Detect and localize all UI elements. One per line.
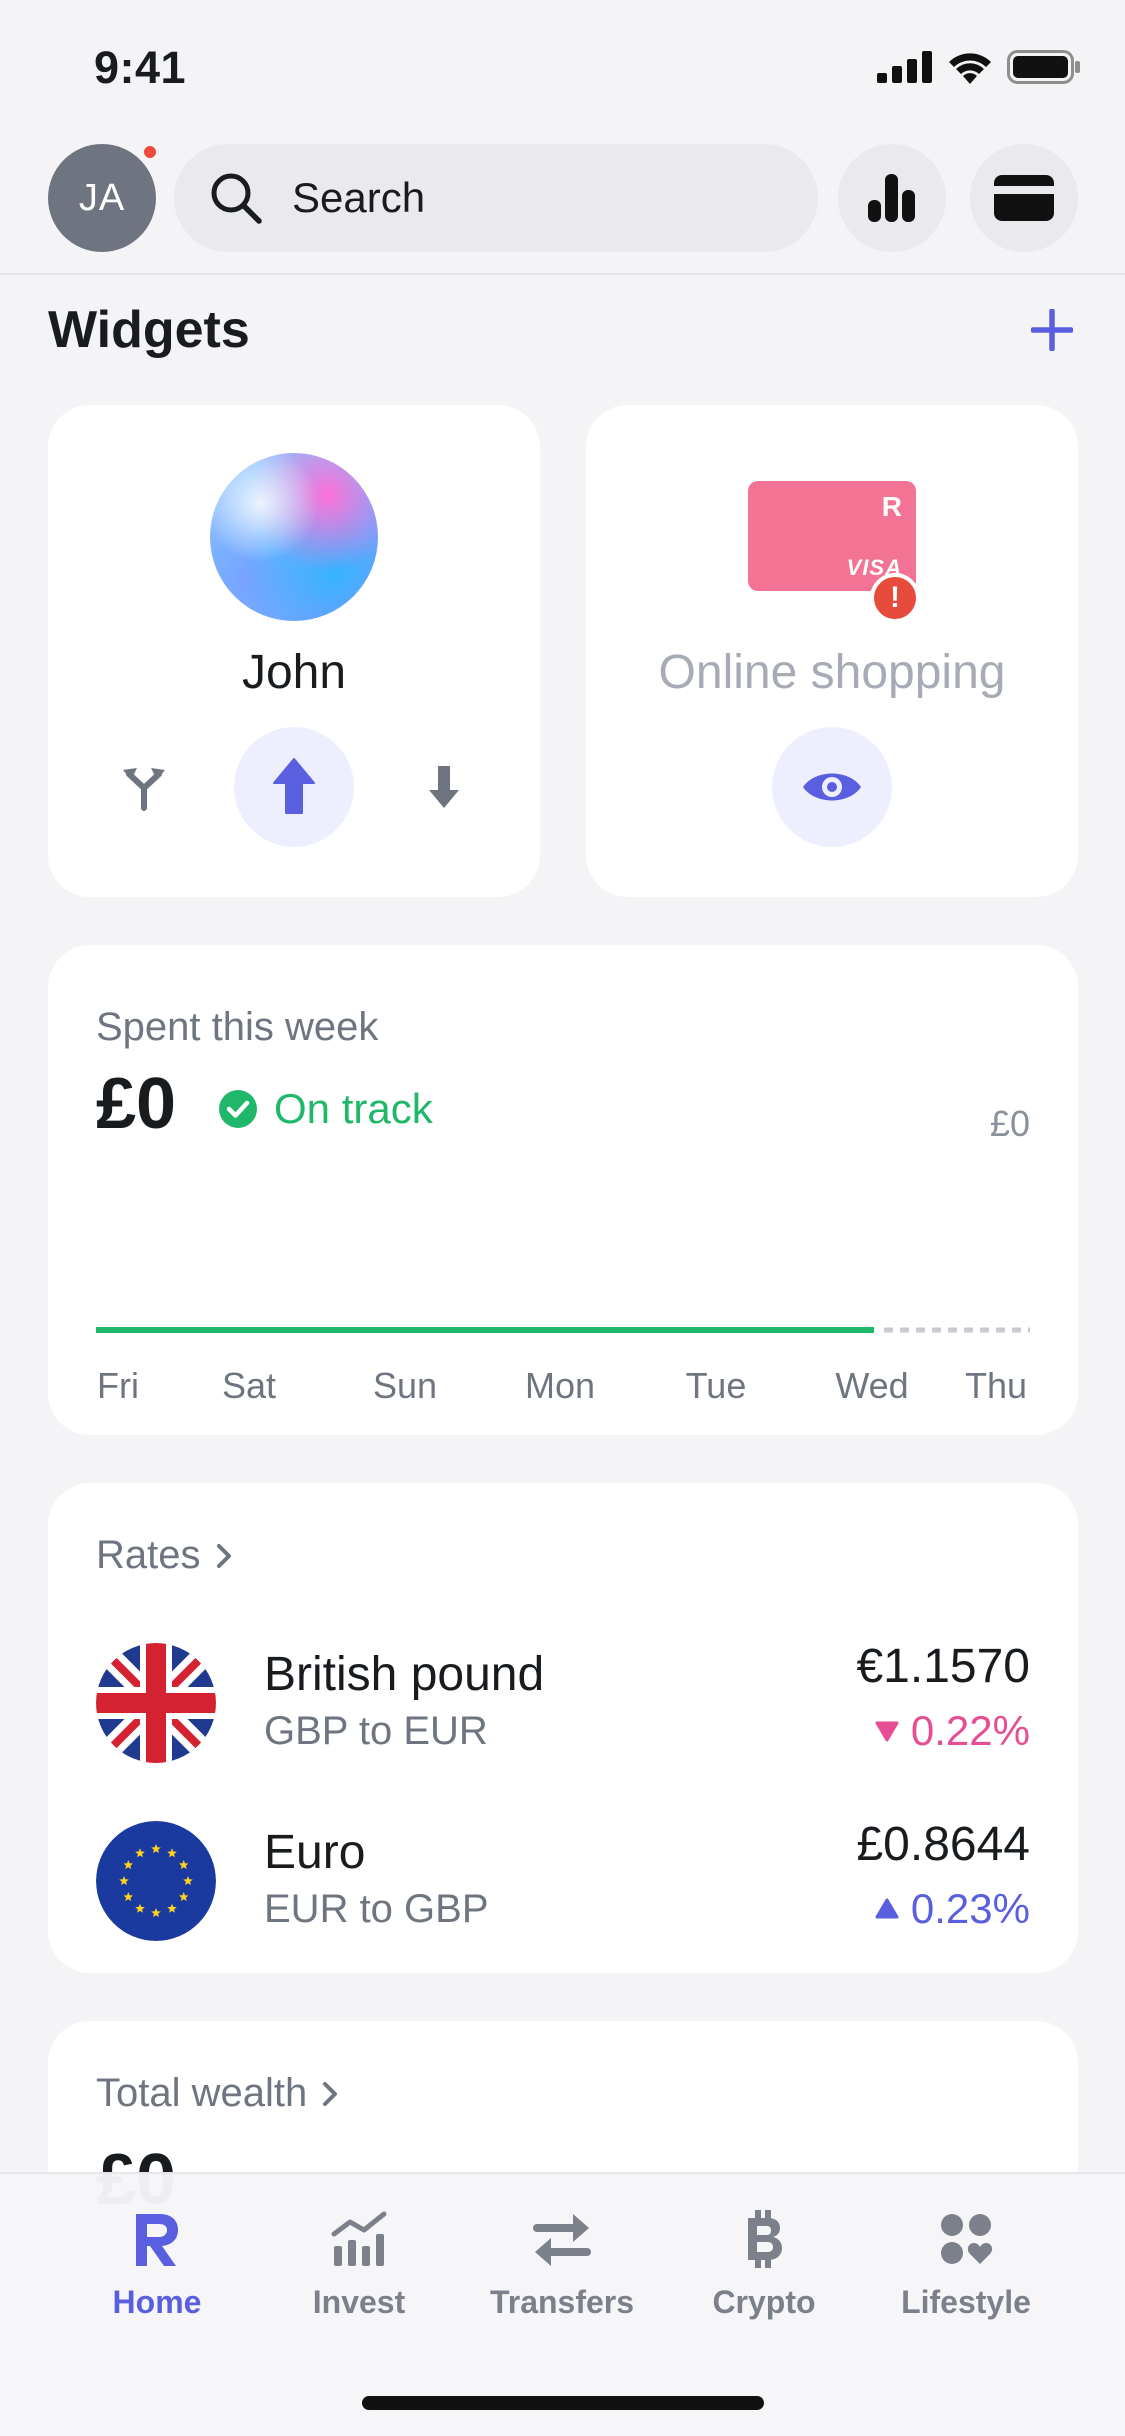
search-input[interactable] — [292, 174, 772, 222]
triangle-down-icon — [875, 1721, 899, 1742]
bitcoin-icon — [748, 2210, 782, 2268]
status-time: 9:41 — [94, 42, 187, 93]
tab-crypto[interactable]: Crypto — [664, 2204, 864, 2321]
invest-chart-icon — [331, 2211, 387, 2266]
split-arrows-icon — [123, 768, 165, 811]
currency-name: Euro — [264, 1826, 366, 1879]
chart-scale-label: £0 — [989, 1103, 1030, 1144]
tab-label: Lifestyle — [901, 2284, 1031, 2320]
top-bar: JA — [0, 140, 1125, 275]
revolut-r-icon — [136, 2214, 178, 2266]
plus-icon — [1031, 309, 1073, 351]
currency-pair: GBP to EUR — [264, 1709, 488, 1753]
day-label: Sun — [372, 1365, 438, 1406]
tab-transfers[interactable]: Transfers — [462, 2204, 662, 2321]
status-bar: 9:41 — [0, 0, 1125, 135]
check-circle-icon — [219, 1090, 257, 1128]
card-logo: R — [881, 491, 902, 522]
account-avatar — [210, 453, 378, 621]
tab-label: Crypto — [712, 2284, 816, 2320]
rates-card: Rates British pound GBP to EUR €1.1570 0… — [48, 1483, 1078, 1973]
spent-amount: £0 — [96, 1064, 177, 1144]
rate-change-value: 0.22% — [910, 1707, 1030, 1754]
day-labels: Fri Sat Sun Mon Tue Wed Thu — [96, 1365, 1030, 1415]
rate-value: £0.8644 — [856, 1818, 1030, 1871]
chevron-right-icon — [323, 2081, 338, 2106]
arrow-up-icon — [273, 758, 315, 814]
notification-dot — [142, 144, 158, 160]
avatar-initials: JA — [78, 176, 126, 219]
card-widget-name: Online shopping — [658, 646, 1006, 699]
tab-label: Invest — [312, 2284, 406, 2320]
uk-flag-icon — [96, 1643, 216, 1763]
cellular-signal-icon — [877, 51, 932, 83]
tab-label: Transfers — [489, 2284, 635, 2320]
add-widget-button[interactable] — [1027, 305, 1077, 355]
request-button[interactable] — [384, 727, 504, 847]
tab-label: Home — [112, 2284, 202, 2320]
total-wealth-title: Total wealth — [96, 2071, 308, 2115]
transfer-arrows-icon — [533, 2214, 591, 2266]
arrow-down-icon — [429, 766, 459, 808]
total-wealth-link[interactable]: Total wealth — [96, 2071, 339, 2116]
day-label: Wed — [835, 1365, 909, 1406]
battery-icon — [1007, 50, 1080, 84]
cards-button[interactable] — [970, 144, 1078, 252]
tab-lifestyle[interactable]: Lifestyle — [866, 2204, 1066, 2321]
avatar[interactable]: JA — [48, 144, 158, 252]
eu-flag-icon — [96, 1821, 216, 1941]
spent-label: Spent this week — [96, 1005, 379, 1049]
day-label: Sat — [221, 1365, 277, 1406]
wifi-icon — [949, 53, 991, 84]
rate-change-value: 0.23% — [910, 1885, 1030, 1932]
widgets-title: Widgets — [48, 301, 250, 359]
analytics-button[interactable] — [838, 144, 946, 252]
status-icons — [877, 50, 1081, 84]
rate-value: €1.1570 — [856, 1640, 1030, 1693]
show-card-button[interactable] — [772, 727, 892, 847]
rate-row-eur[interactable]: Euro EUR to GBP £0.8644 0.23% — [96, 1813, 1030, 1943]
day-label: Fri — [97, 1365, 139, 1406]
lifestyle-icon — [941, 2214, 993, 2264]
eye-icon — [803, 773, 861, 801]
day-label: Mon — [524, 1365, 596, 1406]
rate-change: 0.22% — [875, 1707, 1030, 1755]
bar-chart-icon — [868, 174, 915, 222]
rates-title: Rates — [96, 1533, 201, 1577]
rates-link[interactable]: Rates — [96, 1533, 233, 1578]
spending-line — [96, 1327, 1030, 1333]
currency-name: British pound — [264, 1648, 545, 1701]
on-track-label: On track — [274, 1085, 433, 1132]
rate-row-gbp[interactable]: British pound GBP to EUR €1.1570 0.22% — [96, 1635, 1030, 1765]
send-button[interactable] — [234, 727, 354, 847]
day-label: Thu — [964, 1365, 1028, 1406]
tab-invest[interactable]: Invest — [259, 2204, 459, 2321]
triangle-up-icon — [875, 1898, 899, 1919]
spent-card[interactable]: Spent this week £0 On track £0 Fri Sat S… — [48, 945, 1078, 1435]
search-icon — [211, 173, 262, 224]
rate-change: 0.23% — [875, 1885, 1030, 1933]
home-indicator — [362, 2396, 764, 2410]
account-widget-name: John — [241, 646, 347, 699]
search-bar[interactable] — [174, 144, 818, 252]
on-track-status: On track — [218, 1085, 433, 1133]
currency-pair: EUR to GBP — [264, 1887, 489, 1931]
card-icon — [994, 175, 1054, 221]
tab-home[interactable]: Home — [57, 2204, 257, 2321]
day-label: Tue — [685, 1365, 747, 1406]
split-button[interactable] — [84, 727, 204, 847]
alert-icon: ! — [870, 573, 920, 623]
home-screen: 9:41 JA Search Widgets John R VISA ! Onl… — [0, 0, 1125, 2436]
chevron-right-icon — [216, 1543, 231, 1568]
card-widget[interactable]: R VISA ! Online shopping — [586, 405, 1078, 897]
account-widget[interactable]: John — [48, 405, 540, 897]
